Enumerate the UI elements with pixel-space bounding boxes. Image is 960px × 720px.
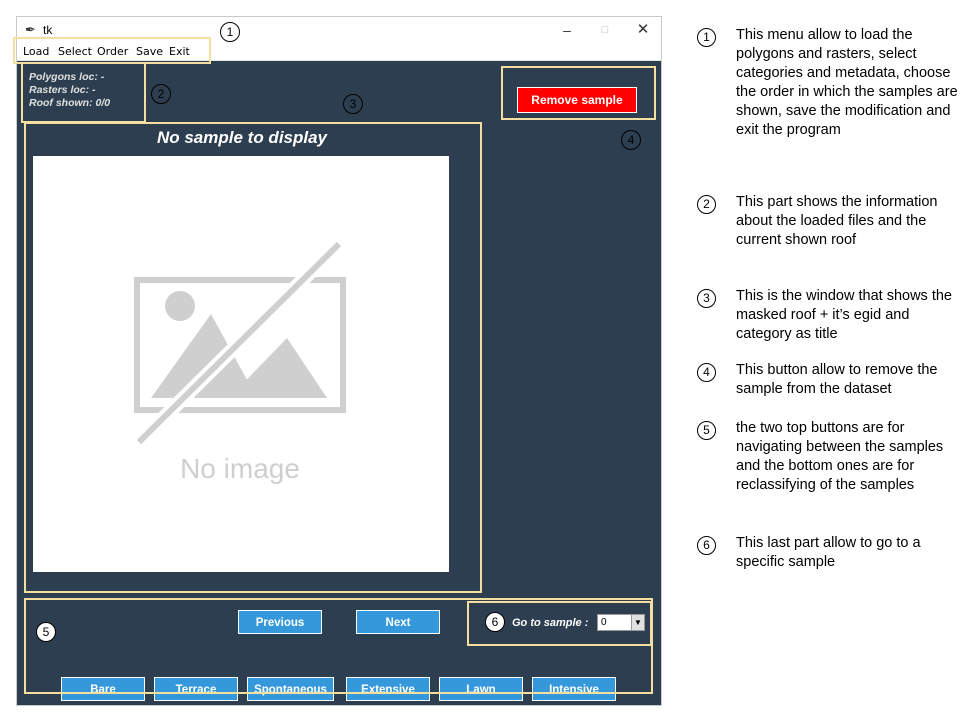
marker-5: 5 [36,622,56,642]
legend-num: 1 [697,28,716,47]
legend-num: 3 [697,289,716,308]
highlight-menu [13,37,211,64]
legend-text: the two top buttons are for navigating b… [736,420,944,493]
marker-4: 4 [621,130,641,150]
window-title: tk [43,23,53,37]
marker-3: 3 [343,94,363,114]
close-button[interactable]: ✕ [625,20,661,40]
marker-1: 1 [220,22,240,42]
legend-text: This last part allow to go to a specific… [736,535,921,570]
highlight-info [21,62,146,123]
legend-text: This part shows the information about th… [736,194,938,248]
marker-2: 2 [151,84,171,104]
feather-icon: ✒ [25,22,36,37]
legend-num: 4 [697,363,716,382]
marker-6: 6 [485,612,505,632]
legend-num: 6 [697,536,716,555]
legend-text: This button allow to remove the sample f… [736,362,938,397]
highlight-remove [501,66,656,120]
legend-num: 2 [697,195,716,214]
legend-text: This menu allow to load the polygons and… [736,27,958,138]
minimize-button[interactable]: – [549,20,585,40]
highlight-sample [24,122,482,593]
maximize-button[interactable]: □ [587,20,623,40]
legend-num: 5 [697,421,716,440]
legend-text: This is the window that shows the masked… [736,288,952,342]
